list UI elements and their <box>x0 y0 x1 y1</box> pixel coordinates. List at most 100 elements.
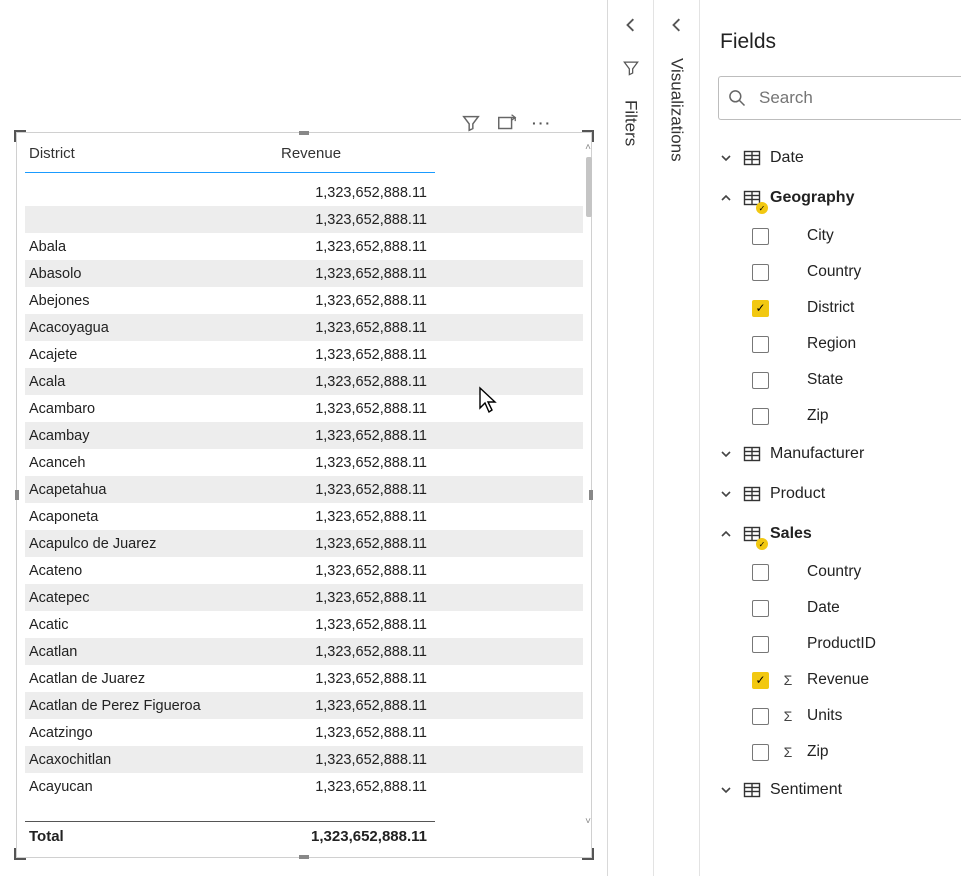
field-revenue[interactable]: ✓ΣRevenue <box>752 662 961 698</box>
field-checkbox[interactable]: ✓ <box>752 672 769 689</box>
table-row[interactable]: Acayucan1,323,652,888.11 <box>25 773 583 800</box>
field-country[interactable]: Country <box>752 554 961 590</box>
cell-revenue: 1,323,652,888.11 <box>281 293 431 309</box>
table-row[interactable]: Acambay1,323,652,888.11 <box>25 422 583 449</box>
cell-revenue: 1,323,652,888.11 <box>281 455 431 471</box>
column-header-district[interactable]: District <box>25 145 281 162</box>
field-label: Date <box>807 599 840 617</box>
field-table-geography[interactable]: ✓Geography <box>718 178 961 218</box>
table-total-row: Total 1,323,652,888.11 <box>25 821 435 851</box>
table-row[interactable]: Acatlan1,323,652,888.11 <box>25 638 583 665</box>
resize-handle[interactable] <box>582 130 594 142</box>
column-header-revenue[interactable]: Revenue <box>281 145 431 162</box>
filter-icon[interactable] <box>460 112 482 134</box>
fields-search-input[interactable] <box>757 87 961 109</box>
chevron-down-icon[interactable] <box>718 489 734 499</box>
table-row[interactable]: Abejones1,323,652,888.11 <box>25 287 583 314</box>
cell-district: Acanceh <box>25 455 281 471</box>
field-checkbox[interactable] <box>752 264 769 281</box>
expand-filters-icon[interactable] <box>608 0 653 58</box>
table-row[interactable]: Acanceh1,323,652,888.11 <box>25 449 583 476</box>
resize-handle[interactable] <box>15 490 19 500</box>
table-row[interactable]: 1,323,652,888.11 <box>25 206 583 233</box>
cell-district: Acatepec <box>25 590 281 606</box>
field-label: Country <box>807 263 861 281</box>
table-row[interactable]: Acajete1,323,652,888.11 <box>25 341 583 368</box>
field-zip[interactable]: ΣZip <box>752 734 961 770</box>
table-row[interactable]: Acala1,323,652,888.11 <box>25 368 583 395</box>
table-row[interactable]: Abala1,323,652,888.11 <box>25 233 583 260</box>
field-district[interactable]: ✓District <box>752 290 961 326</box>
field-table-sentiment[interactable]: Sentiment <box>718 770 961 810</box>
expand-visualizations-icon[interactable] <box>654 0 699 58</box>
field-checkbox[interactable] <box>752 336 769 353</box>
field-checkbox[interactable] <box>752 600 769 617</box>
table-row[interactable]: Acambaro1,323,652,888.11 <box>25 395 583 422</box>
table-row[interactable]: Acatzingo1,323,652,888.11 <box>25 719 583 746</box>
resize-handle[interactable] <box>299 855 309 859</box>
cell-revenue: 1,323,652,888.11 <box>281 563 431 579</box>
field-checkbox[interactable] <box>752 408 769 425</box>
table-row[interactable]: Acaponeta1,323,652,888.11 <box>25 503 583 530</box>
field-checkbox[interactable] <box>752 372 769 389</box>
filters-pane-collapsed[interactable]: Filters <box>608 0 654 876</box>
field-table-manufacturer[interactable]: Manufacturer <box>718 434 961 474</box>
field-units[interactable]: ΣUnits <box>752 698 961 734</box>
resize-handle[interactable] <box>299 131 309 135</box>
field-label: State <box>807 371 843 389</box>
field-checkbox[interactable] <box>752 636 769 653</box>
table-scrollbar[interactable]: ˄ ˅ <box>583 143 593 827</box>
report-canvas[interactable]: ··· District Revenue 1,323,652,888.111,3… <box>0 0 606 876</box>
chevron-down-icon[interactable] <box>718 449 734 459</box>
scroll-up-icon[interactable]: ˄ <box>583 143 593 153</box>
field-state[interactable]: State <box>752 362 961 398</box>
table-row[interactable]: Acacoyagua1,323,652,888.11 <box>25 314 583 341</box>
focus-mode-icon[interactable] <box>496 112 518 134</box>
table-row[interactable]: Acapetahua1,323,652,888.11 <box>25 476 583 503</box>
cell-district: Acatic <box>25 617 281 633</box>
resize-handle[interactable] <box>582 848 594 860</box>
visualizations-pane-collapsed[interactable]: Visualizations <box>654 0 700 876</box>
fields-pane-title: Fields <box>700 0 961 76</box>
cell-revenue: 1,323,652,888.11 <box>281 671 431 687</box>
chevron-down-icon[interactable] <box>718 153 734 163</box>
chevron-down-icon[interactable] <box>718 785 734 795</box>
table-name: Sentiment <box>770 781 842 799</box>
field-label: Units <box>807 707 842 725</box>
field-checkbox[interactable] <box>752 564 769 581</box>
scroll-thumb[interactable] <box>586 157 592 217</box>
table-row[interactable]: 1,323,652,888.11 <box>25 179 583 206</box>
field-table-product[interactable]: Product <box>718 474 961 514</box>
field-checkbox[interactable] <box>752 228 769 245</box>
table-row[interactable]: Acatic1,323,652,888.11 <box>25 611 583 638</box>
field-checkbox[interactable]: ✓ <box>752 300 769 317</box>
field-city[interactable]: City <box>752 218 961 254</box>
field-country[interactable]: Country <box>752 254 961 290</box>
field-checkbox[interactable] <box>752 744 769 761</box>
field-table-date[interactable]: Date <box>718 138 961 178</box>
table-row[interactable]: Acapulco de Juarez1,323,652,888.11 <box>25 530 583 557</box>
table-row[interactable]: Acatlan de Perez Figueroa1,323,652,888.1… <box>25 692 583 719</box>
more-options-icon[interactable]: ··· <box>532 115 552 131</box>
table-row[interactable]: Acateno1,323,652,888.11 <box>25 557 583 584</box>
table-row[interactable]: Acatepec1,323,652,888.11 <box>25 584 583 611</box>
table-row[interactable]: Acaxochitlan1,323,652,888.11 <box>25 746 583 773</box>
table-name: Geography <box>770 189 854 207</box>
chevron-up-icon[interactable] <box>718 529 734 539</box>
fields-search-box[interactable] <box>718 76 961 120</box>
cell-district: Acaponeta <box>25 509 281 525</box>
field-region[interactable]: Region <box>752 326 961 362</box>
field-zip[interactable]: Zip <box>752 398 961 434</box>
scroll-down-icon[interactable]: ˅ <box>583 817 593 827</box>
chevron-up-icon[interactable] <box>718 193 734 203</box>
table-row[interactable]: Acatlan de Juarez1,323,652,888.11 <box>25 665 583 692</box>
field-table-sales[interactable]: ✓Sales <box>718 514 961 554</box>
field-date[interactable]: Date <box>752 590 961 626</box>
table-visual[interactable]: District Revenue 1,323,652,888.111,323,6… <box>16 132 592 858</box>
cell-district: Acaxochitlan <box>25 752 281 768</box>
field-checkbox[interactable] <box>752 708 769 725</box>
cell-district: Acatlan de Perez Figueroa <box>25 698 281 714</box>
field-productid[interactable]: ProductID <box>752 626 961 662</box>
table-header[interactable]: District Revenue <box>25 139 583 172</box>
table-row[interactable]: Abasolo1,323,652,888.11 <box>25 260 583 287</box>
